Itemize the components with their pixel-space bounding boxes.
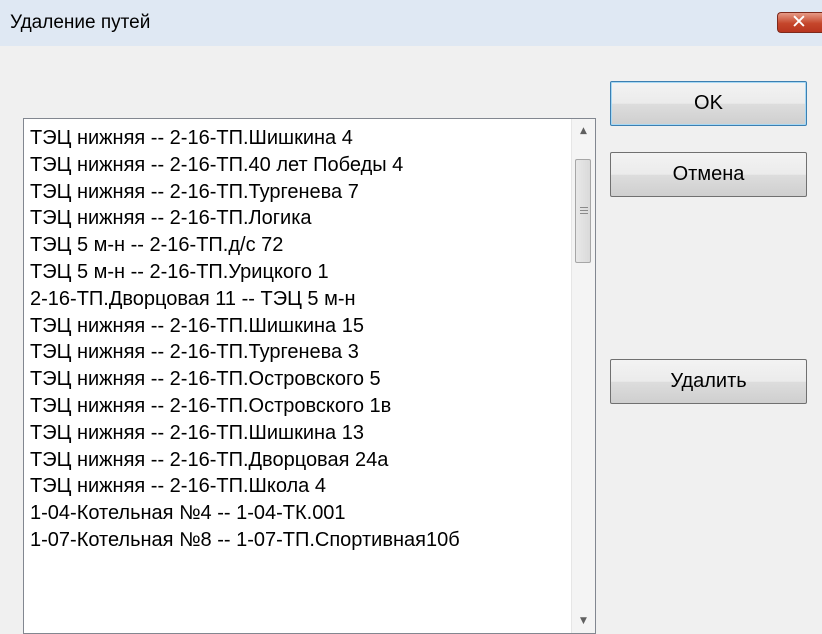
dialog-body: ТЭЦ нижняя -- 2-16-ТП.Шишкина 4 ТЭЦ нижня… <box>0 46 822 634</box>
dialog-title: Удаление путей <box>10 12 151 33</box>
list-item[interactable]: ТЭЦ нижняя -- 2-16-ТП.Шишкина 4 <box>25 125 573 152</box>
list-item[interactable]: ТЭЦ нижняя -- 2-16-ТП.Школа 4 <box>25 473 573 500</box>
list-item[interactable]: 2-16-ТП.Дворцовая 11 -- ТЭЦ 5 м-н <box>25 286 573 313</box>
list-item[interactable]: ТЭЦ нижняя -- 2-16-ТП.Дворцовая 24а <box>25 447 573 474</box>
list-item[interactable]: 1-04-Котельная №4 -- 1-04-ТК.001 <box>25 500 573 527</box>
thumb-grip-line <box>580 210 588 211</box>
ok-button[interactable]: OK <box>610 81 807 126</box>
list-item[interactable]: ТЭЦ нижняя -- 2-16-ТП.Логика <box>25 205 573 232</box>
list-item[interactable]: ТЭЦ нижняя -- 2-16-ТП.Островского 5 <box>25 366 573 393</box>
paths-listbox[interactable]: ТЭЦ нижняя -- 2-16-ТП.Шишкина 4 ТЭЦ нижня… <box>23 118 596 634</box>
vertical-scrollbar[interactable]: ▲ ▼ <box>571 119 595 633</box>
paths-list: ТЭЦ нижняя -- 2-16-ТП.Шишкина 4 ТЭЦ нижня… <box>25 125 573 554</box>
close-button[interactable]: ✕ <box>777 11 822 33</box>
scroll-up-arrow-icon[interactable]: ▲ <box>572 119 595 143</box>
list-item[interactable]: ТЭЦ нижняя -- 2-16-ТП.Шишкина 13 <box>25 420 573 447</box>
close-icon: ✕ <box>791 11 807 33</box>
list-item[interactable]: 1-07-Котельная №8 -- 1-07-ТП.Спортивная1… <box>25 527 573 554</box>
scroll-down-arrow-icon[interactable]: ▼ <box>572 609 595 633</box>
title-bar: Удаление путей ✕ <box>0 0 822 46</box>
list-item[interactable]: ТЭЦ нижняя -- 2-16-ТП.40 лет Победы 4 <box>25 152 573 179</box>
list-item[interactable]: ТЭЦ 5 м-н -- 2-16-ТП.д/с 72 <box>25 232 573 259</box>
list-item[interactable]: ТЭЦ нижняя -- 2-16-ТП.Шишкина 15 <box>25 313 573 340</box>
thumb-grip-line <box>580 207 588 208</box>
delete-button[interactable]: Удалить <box>610 359 807 404</box>
list-item[interactable]: ТЭЦ нижняя -- 2-16-ТП.Островского 1в <box>25 393 573 420</box>
list-item[interactable]: ТЭЦ 5 м-н -- 2-16-ТП.Урицкого 1 <box>25 259 573 286</box>
cancel-button[interactable]: Отмена <box>610 152 807 197</box>
list-item[interactable]: ТЭЦ нижняя -- 2-16-ТП.Тургенева 7 <box>25 179 573 206</box>
list-item[interactable]: ТЭЦ нижняя -- 2-16-ТП.Тургенева 3 <box>25 339 573 366</box>
thumb-grip-line <box>580 213 588 214</box>
scrollbar-thumb[interactable] <box>575 159 591 263</box>
